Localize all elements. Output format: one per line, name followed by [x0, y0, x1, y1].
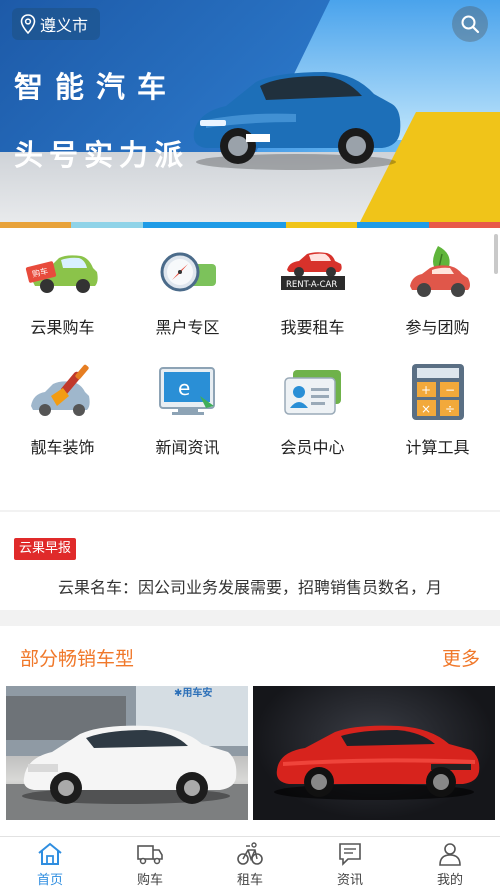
menu-label: 靓车装饰 — [30, 438, 95, 457]
menu-item-member-center[interactable]: 会员中心 — [250, 348, 375, 468]
tab-label: 首页 — [36, 873, 63, 888]
menu-item-group-buy[interactable]: 参与团购 — [375, 228, 500, 348]
hero-car-image — [193, 72, 401, 170]
tab-home[interactable]: 首页 — [0, 837, 100, 889]
menu-label: 黑户专区 — [155, 318, 220, 337]
svg-text:+: + — [421, 383, 431, 397]
section-title: 部分畅销车型 — [20, 648, 135, 670]
user-icon — [439, 843, 461, 866]
menu-label: 新闻资讯 — [155, 438, 220, 457]
menu-row: 购车 云果购车 黑户专区 RENT-A-CAR 我要租车 参与团购 — [0, 228, 500, 348]
city-selector[interactable]: 遵义市 — [12, 8, 101, 40]
menu-item-news[interactable]: e 新闻资讯 — [125, 348, 250, 468]
bicycle-icon — [237, 842, 263, 865]
calculator-icon: + − × ÷ — [411, 364, 464, 420]
svg-text:−: − — [445, 383, 455, 397]
rent-sign-text: RENT-A-CAR — [286, 280, 337, 290]
svg-text:÷: ÷ — [445, 402, 455, 416]
member-card-icon — [283, 370, 341, 415]
menu-label: 我要租车 — [280, 318, 345, 337]
compass-icon — [160, 252, 216, 292]
search-button[interactable] — [452, 6, 488, 42]
menu-item-calculator[interactable]: + − × ÷ 计算工具 — [375, 348, 500, 468]
search-icon — [461, 15, 480, 34]
tab-label: 资讯 — [336, 873, 363, 888]
city-name: 遵义市 — [40, 16, 89, 35]
tab-mine[interactable]: 我的 — [400, 837, 500, 889]
tab-label: 租车 — [236, 873, 263, 888]
more-link[interactable]: 更多 — [442, 644, 480, 671]
bottom-tab-bar: 首页 购车 租车 资讯 我的 — [0, 836, 500, 889]
menu-item-blacklist-zone[interactable]: 黑户专区 — [125, 228, 250, 348]
menu-label: 计算工具 — [405, 438, 470, 457]
tab-news[interactable]: 资讯 — [300, 837, 400, 889]
news-ticker[interactable]: 云果早报 云果名车：因公司业务发展需要，招聘销售员数名，月 — [0, 512, 500, 610]
menu-label: 参与团购 — [405, 318, 470, 337]
buy-car-icon: 购车 — [25, 255, 98, 293]
news-headline[interactable]: 云果名车：因公司业务发展需要，招聘销售员数名，月 — [58, 574, 490, 598]
menu-item-rent-car[interactable]: RENT-A-CAR 我要租车 — [250, 228, 375, 348]
tab-label: 购车 — [136, 873, 163, 888]
tab-label: 我的 — [436, 873, 463, 888]
group-buy-icon — [409, 246, 470, 297]
car-card-red[interactable] — [253, 686, 495, 820]
message-icon — [339, 843, 361, 866]
home-icon — [38, 842, 62, 865]
truck-icon — [137, 845, 163, 865]
menu-label: 会员中心 — [280, 438, 345, 457]
location-pin-icon — [20, 14, 36, 34]
white-sedan-image: ✱用车安 — [6, 686, 248, 820]
function-menu: 购车 云果购车 黑户专区 RENT-A-CAR 我要租车 参与团购 靓车装饰 e… — [0, 228, 500, 510]
app-page: 智能汽车 头号实力派 遵义市 购车 云果购车 黑户专区 RENT-A-CAR 我… — [0, 0, 500, 889]
news-icon: e — [158, 367, 215, 415]
banner-headline: 智能汽车 — [14, 70, 179, 104]
menu-label: 云果购车 — [30, 318, 95, 337]
rent-a-car-icon: RENT-A-CAR — [280, 252, 345, 290]
svg-text:e: e — [178, 376, 190, 400]
hot-models-section: 部分畅销车型 更多 ✱用车安 — [0, 626, 500, 836]
tab-buy-car[interactable]: 购车 — [100, 837, 200, 889]
menu-item-car-decoration[interactable]: 靓车装饰 — [0, 348, 125, 468]
car-card-white[interactable]: ✱用车安 — [6, 686, 248, 820]
red-sedan-image — [274, 725, 480, 800]
backdrop-sign: ✱用车安 — [174, 686, 212, 699]
tab-rent-car[interactable]: 租车 — [200, 837, 300, 889]
paint-brush-icon — [30, 364, 90, 416]
scrollbar-thumb[interactable] — [494, 234, 498, 274]
menu-row: 靓车装饰 e 新闻资讯 会员中心 + − × ÷ 计算工具 — [0, 348, 500, 468]
banner-subheadline: 头号实力派 — [14, 138, 190, 172]
hero-banner[interactable]: 智能汽车 头号实力派 遵义市 — [0, 0, 500, 228]
svg-text:×: × — [421, 402, 431, 416]
news-tag-badge: 云果早报 — [14, 538, 77, 560]
menu-item-buy-car[interactable]: 购车 云果购车 — [0, 228, 125, 348]
